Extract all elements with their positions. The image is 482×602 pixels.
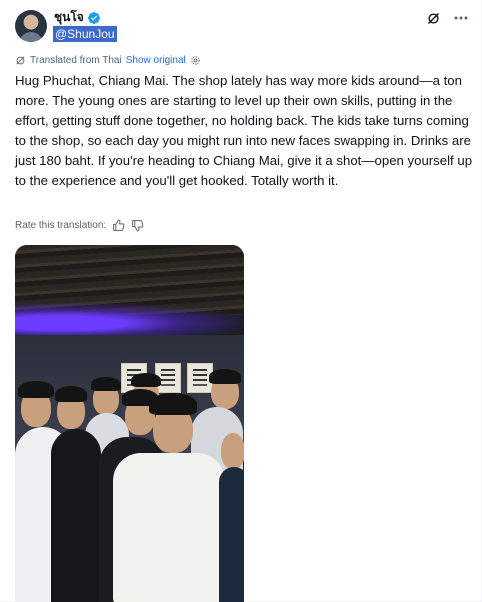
author-name-row: ชุนโจ [54, 8, 101, 27]
gear-icon[interactable] [190, 55, 201, 66]
grok-icon[interactable] [425, 10, 441, 26]
rate-translation-label: Rate this translation: [15, 220, 107, 231]
photo-crowd [15, 369, 244, 602]
translate-icon [16, 56, 25, 65]
top-actions [425, 10, 469, 26]
tweet-text: Hug Phuchat, Chiang Mai. The shop lately… [15, 73, 473, 188]
avatar-shirt [19, 32, 43, 42]
tweet-media-photo[interactable] [15, 245, 244, 602]
author-handle[interactable]: @ShunJou [53, 26, 117, 42]
author-display-name[interactable]: ชุนโจ [54, 8, 84, 27]
thumbs-down-icon[interactable] [131, 219, 144, 232]
tweet-card: ชุนโจ @ShunJou Translated from Thai Show… [0, 0, 482, 602]
show-original-link[interactable]: Show original [126, 55, 186, 66]
avatar[interactable] [15, 10, 47, 42]
rate-translation: Rate this translation: [15, 219, 144, 232]
thumbs-up-icon[interactable] [112, 219, 125, 232]
verified-badge-icon [87, 11, 100, 24]
translated-from-label: Translated from Thai [30, 55, 122, 66]
translation-info: Translated from Thai Show original [15, 55, 201, 66]
more-icon[interactable] [453, 10, 469, 26]
